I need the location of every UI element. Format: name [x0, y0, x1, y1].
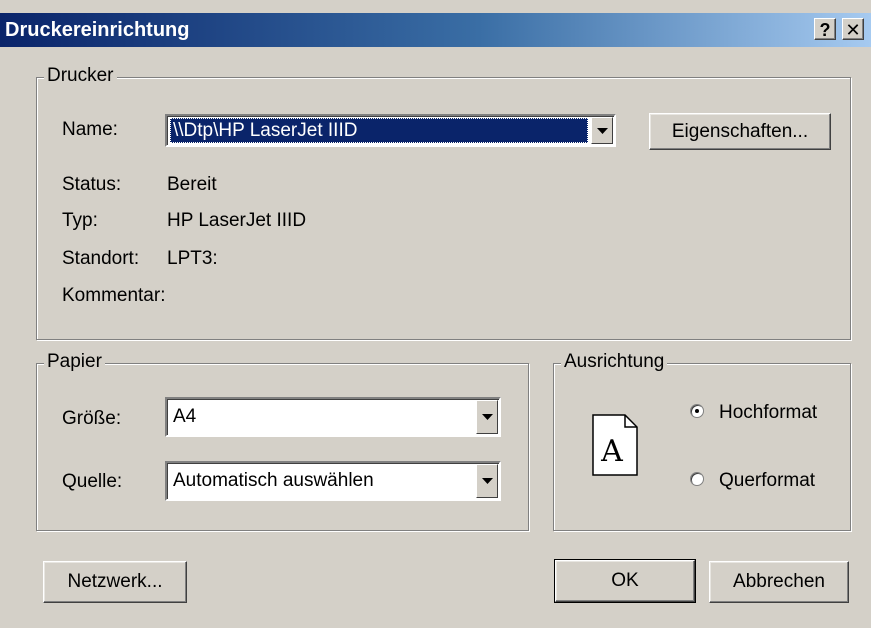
paper-size-dropdown-button[interactable] [476, 400, 498, 434]
portrait-label[interactable]: Hochformat [719, 402, 817, 424]
network-button[interactable]: Netzwerk... [43, 561, 187, 603]
type-label: Typ: [62, 210, 98, 231]
paper-group: Papier [36, 351, 529, 531]
printer-group-label: Drucker [44, 65, 117, 87]
location-label: Standort: [62, 248, 140, 269]
paper-size-label: Größe: [62, 408, 122, 429]
title-bar[interactable]: Druckereinrichtung ? ✕ [0, 13, 871, 47]
chevron-down-icon [482, 414, 493, 420]
preview-letter: A [600, 434, 623, 469]
print-setup-dialog: Druckereinrichtung ? ✕ Drucker Name: \\D… [0, 0, 871, 628]
portrait-page-icon: A [592, 414, 638, 476]
paper-source-value: Automatisch auswählen [173, 470, 374, 491]
paper-source-dropdown-button[interactable] [476, 464, 498, 498]
paper-group-label: Papier [44, 351, 105, 373]
chevron-down-icon [597, 127, 608, 134]
printer-name-label: Name: [62, 119, 118, 140]
radio-selected-dot [695, 409, 699, 413]
paper-source-dropdown[interactable]: Automatisch auswählen [165, 461, 501, 501]
portrait-radio[interactable] [690, 404, 704, 418]
comment-label: Kommentar: [62, 285, 166, 306]
paper-size-dropdown[interactable]: A4 [165, 397, 501, 437]
location-value: LPT3: [167, 248, 218, 269]
window-title: Druckereinrichtung [5, 19, 190, 41]
printer-name-dropdown-button[interactable] [591, 117, 613, 144]
paper-size-value: A4 [173, 406, 197, 427]
help-button[interactable]: ? [814, 18, 836, 40]
type-value: HP LaserJet IIID [167, 210, 307, 231]
orientation-group-label: Ausrichtung [561, 351, 668, 373]
paper-source-label: Quelle: [62, 471, 123, 492]
properties-button[interactable]: Eigenschaften... [649, 113, 831, 150]
chevron-down-icon [482, 478, 493, 484]
ok-button[interactable]: OK [554, 559, 696, 603]
printer-name-value: \\Dtp\HP LaserJet IIID [170, 118, 588, 143]
landscape-label[interactable]: Querformat [719, 470, 815, 492]
status-label: Status: [62, 174, 122, 195]
printer-name-dropdown[interactable]: \\Dtp\HP LaserJet IIID [165, 114, 616, 147]
close-button[interactable]: ✕ [842, 18, 864, 40]
cancel-button[interactable]: Abbrechen [709, 561, 849, 603]
status-value: Bereit [167, 174, 217, 195]
landscape-radio[interactable] [690, 472, 704, 486]
